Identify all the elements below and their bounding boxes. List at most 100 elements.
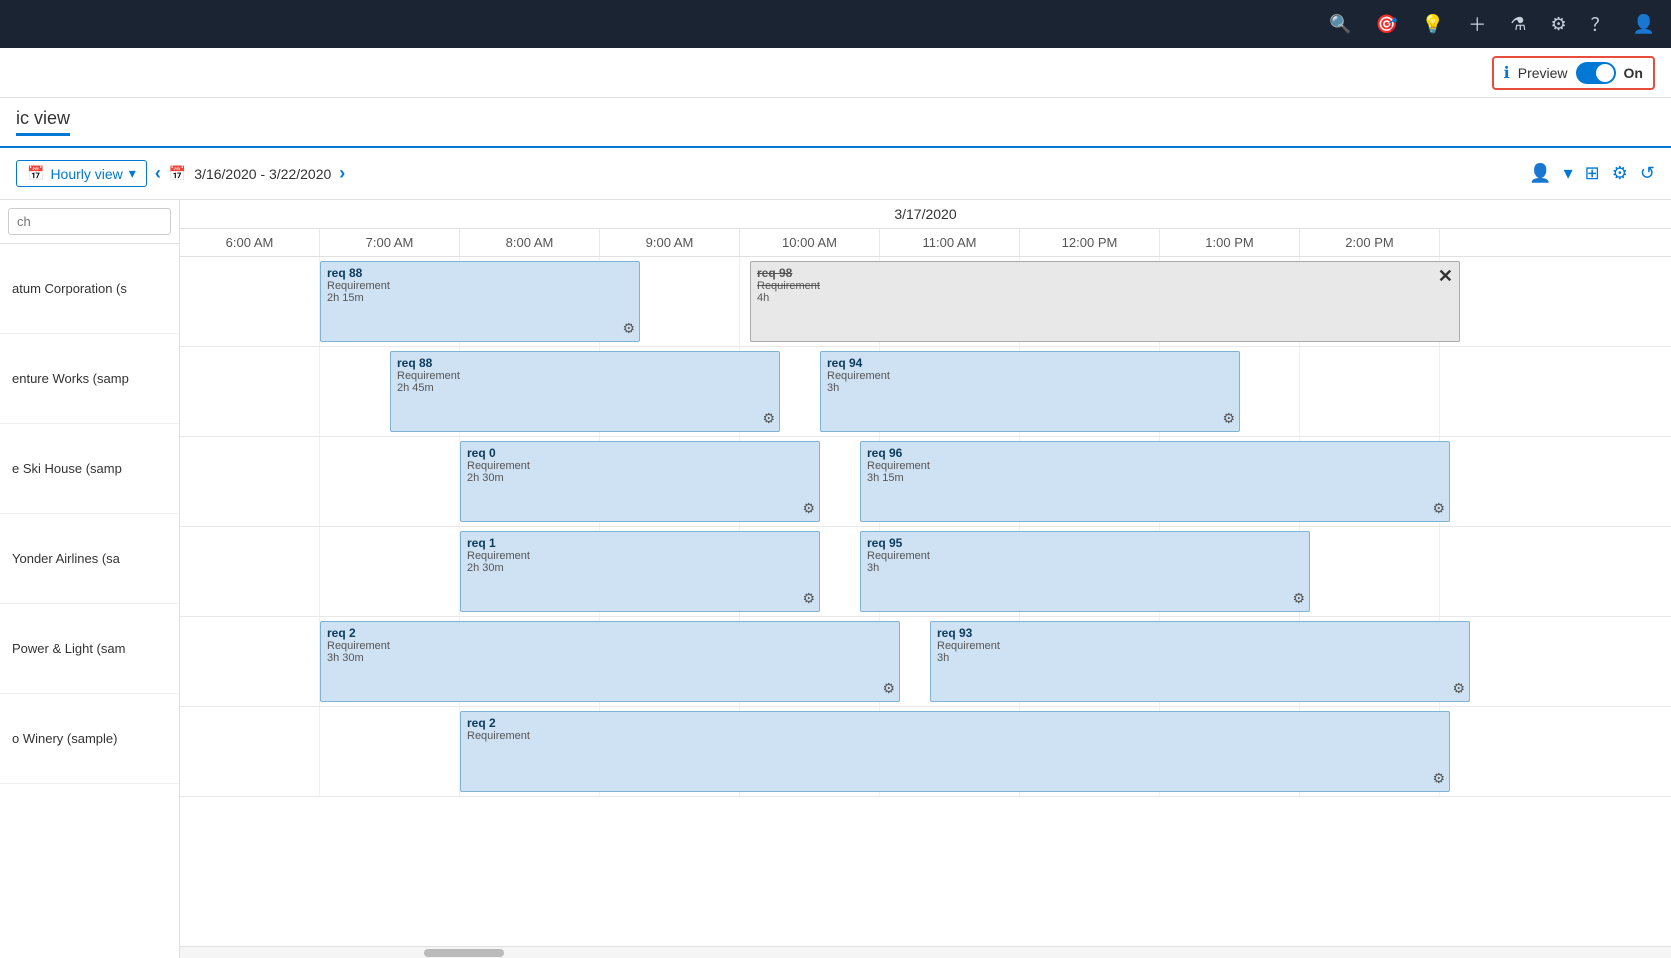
resource-name: Power & Light (sam [12,641,125,656]
chevron-down-icon[interactable]: ▾ [1564,163,1573,184]
chevron-down-icon: ▾ [129,165,136,182]
grid-col [1300,347,1440,436]
preview-toggle-container: ℹ Preview On [1492,56,1655,90]
event-type: Requirement [467,460,813,472]
event-block[interactable]: req 88Requirement2h 45m⚙ [390,351,780,432]
resource-name: o Winery (sample) [12,731,117,746]
grid-view-icon[interactable]: ⊞ [1585,163,1600,184]
event-title: req 1 [467,536,813,550]
grid-row: req 2Requirement3h 30m⚙req 93Requirement… [180,617,1671,707]
close-button[interactable]: ✕ [1438,266,1453,287]
event-title: req 98 [757,266,1453,280]
event-block[interactable]: req 2Requirement3h 30m⚙ [320,621,900,702]
grid-col [320,437,460,526]
event-duration: 2h 45m [397,382,773,394]
hourly-view-button[interactable]: 📅 Hourly view ▾ [16,160,147,187]
event-settings-icon[interactable]: ⚙ [1432,500,1445,517]
grid-row: req 1Requirement2h 30m⚙req 95Requirement… [180,527,1671,617]
date-icon: 📅 [169,165,186,182]
preview-toggle[interactable] [1576,62,1616,84]
grid-row: req 2Requirement ⚙ [180,707,1671,797]
settings-icon[interactable]: ⚙ [1612,163,1628,184]
event-block[interactable]: req 1Requirement2h 30m⚙ [460,531,820,612]
event-duration: 4h [757,292,1453,304]
resource-row: o Winery (sample) [0,694,179,784]
event-title: req 2 [467,716,1443,730]
resource-row: atum Corporation (s [0,244,179,334]
event-type: Requirement [757,280,1453,292]
event-duration: 3h [827,382,1233,394]
next-arrow[interactable]: › [339,163,345,184]
refresh-icon[interactable]: ↺ [1640,163,1655,184]
toolbar: 📅 Hourly view ▾ ‹ 📅 3/16/2020 - 3/22/202… [0,148,1671,200]
resource-name: Yonder Airlines (sa [12,551,120,566]
calendar-icon: 📅 [27,165,44,182]
resource-name: e Ski House (samp [12,461,122,476]
grid-col [180,527,320,616]
grid-col [180,347,320,436]
event-settings-icon[interactable]: ⚙ [1222,410,1235,427]
event-duration: 2h 30m [467,562,813,574]
search-icon[interactable]: 🔍 [1329,14,1351,35]
event-settings-icon[interactable]: ⚙ [1432,770,1445,787]
grid-row: req 88Requirement2h 45m⚙req 94Requiremen… [180,347,1671,437]
event-settings-icon[interactable]: ⚙ [762,410,775,427]
grid-col [180,257,320,346]
date-range: 📅 3/16/2020 - 3/22/2020 [169,165,331,182]
event-duration: 2h 15m [327,292,633,304]
event-block[interactable]: req 95Requirement3h⚙ [860,531,1310,612]
event-duration: 3h [937,652,1463,664]
event-block[interactable]: req 2Requirement ⚙ [460,711,1450,792]
gear-icon[interactable]: ⚙ [1550,14,1566,35]
event-type: Requirement [397,370,773,382]
grid-row: req 88 Requirement 2h 15m ⚙ req 98Requiremen… [180,257,1671,347]
event-settings-icon[interactable]: ⚙ [882,680,895,697]
target-icon[interactable]: 🎯 [1375,14,1397,35]
event-duration: 3h 15m [867,472,1443,484]
scrollbar-thumb[interactable] [424,949,504,957]
event-title: req 88 [327,266,633,280]
event-block[interactable]: req 94Requirement3h⚙ [820,351,1240,432]
resource-list: atum Corporation (senture Works (samp e S… [0,244,179,784]
event-block[interactable]: req 98Requirement4h ✕ [750,261,1460,342]
prev-arrow[interactable]: ‹ [155,163,161,184]
time-header: 6:00 AM7:00 AM8:00 AM9:00 AM10:00 AM11:0… [180,229,1671,257]
time-cell: 9:00 AM [600,229,740,256]
sidebar: atum Corporation (senture Works (samp e S… [0,200,180,958]
filter-icon[interactable]: ⚗ [1510,14,1526,35]
event-settings-icon[interactable]: ⚙ [802,590,815,607]
search-input[interactable] [8,208,171,235]
time-cell: 2:00 PM [1300,229,1440,256]
event-duration: 3h [867,562,1303,574]
plus-icon[interactable]: ＋ [1468,11,1486,37]
event-settings-icon[interactable]: ⚙ [1452,680,1465,697]
event-type: Requirement [867,550,1303,562]
time-cell: 1:00 PM [1160,229,1300,256]
person-icon[interactable]: 👤 [1633,14,1655,35]
event-settings-icon[interactable]: ⚙ [802,500,815,517]
event-block[interactable]: req 0Requirement2h 30m⚙ [460,441,820,522]
grid-col [1300,527,1440,616]
lightbulb-icon[interactable]: 💡 [1422,14,1444,35]
top-navigation: 🔍 🎯 💡 ＋ ⚗ ⚙ ？ 👤 [0,0,1671,48]
resource-row: enture Works (samp [0,334,179,424]
time-cell: 6:00 AM [180,229,320,256]
grid-col [180,617,320,706]
question-icon[interactable]: ？ [1591,11,1609,37]
event-settings-icon[interactable]: ⚙ [622,320,635,337]
event-title: req 0 [467,446,813,460]
hourly-view-label: Hourly view [50,166,122,182]
grid-col [180,707,320,796]
grid-row: req 0Requirement2h 30m⚙req 96Requirement… [180,437,1671,527]
event-block[interactable]: req 93Requirement3h⚙ [930,621,1470,702]
resource-row: Power & Light (sam [0,604,179,694]
event-block[interactable]: req 96Requirement3h 15m⚙ [860,441,1450,522]
event-type: Requirement [937,640,1463,652]
resource-icon[interactable]: 👤 [1529,163,1551,184]
event-block[interactable]: req 88Requirement2h 15m⚙ [320,261,640,342]
event-settings-icon[interactable]: ⚙ [1292,590,1305,607]
grid-col [320,707,460,796]
event-title: req 2 [327,626,893,640]
resource-row: Yonder Airlines (sa [0,514,179,604]
event-type: Requirement [467,730,1443,742]
